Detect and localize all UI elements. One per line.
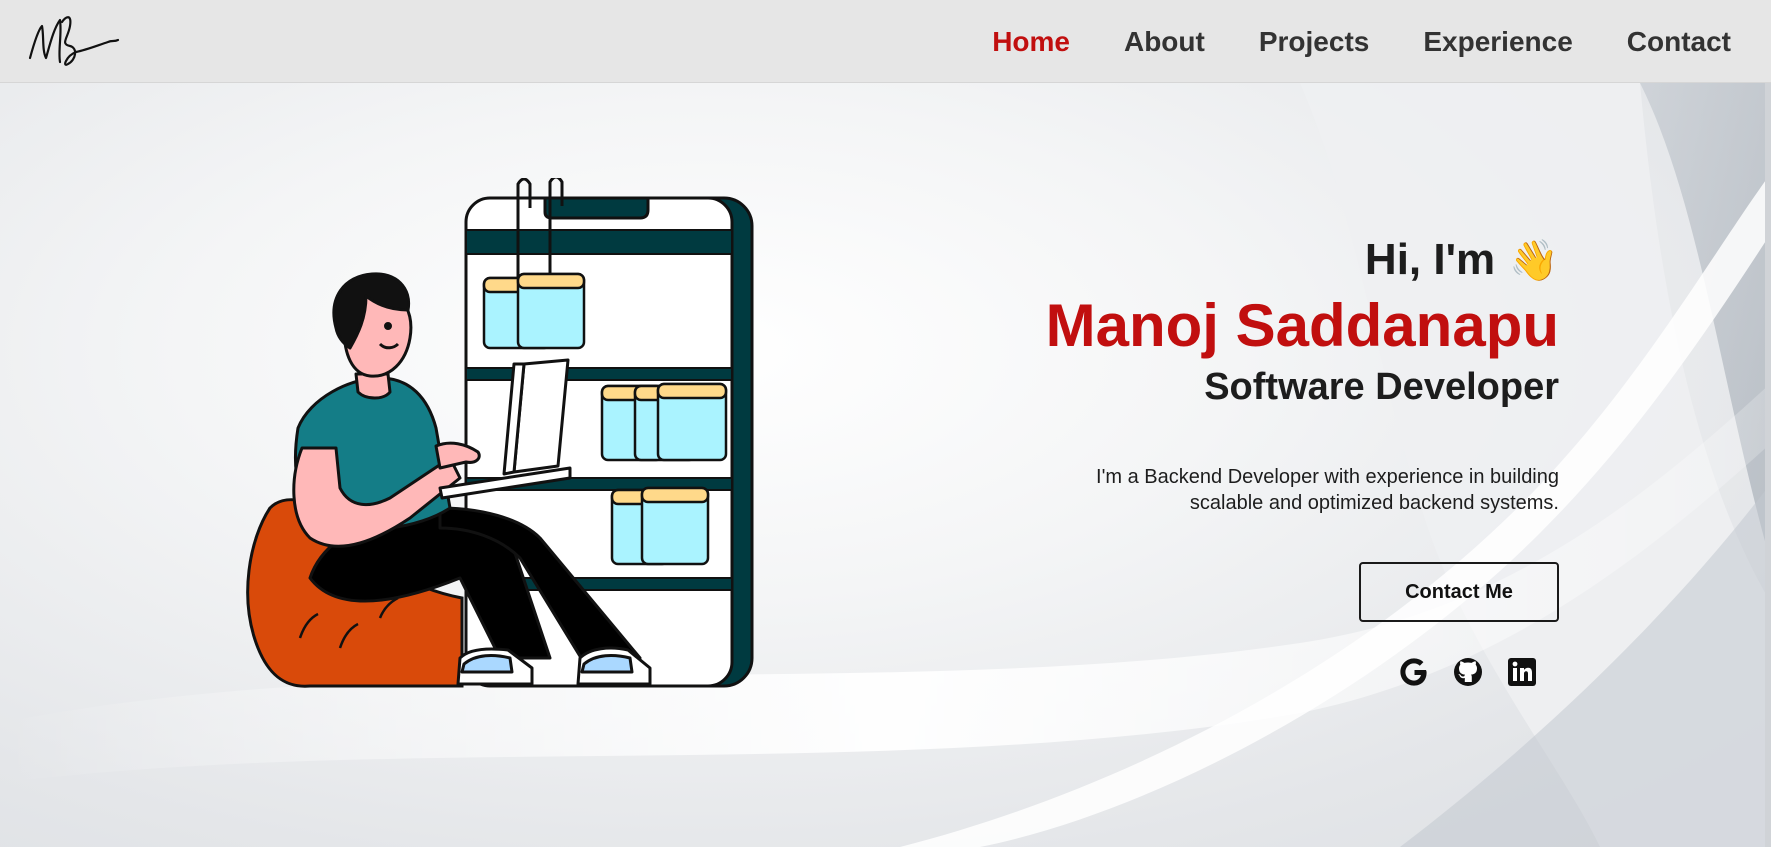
nav-link-about[interactable]: About (1124, 26, 1205, 58)
google-icon[interactable] (1397, 655, 1431, 689)
nav-link-contact[interactable]: Contact (1627, 26, 1731, 58)
intro-block: Hi, I'm 👋 Manoj Saddanapu Software Develo… (859, 233, 1559, 516)
nav-link-experience[interactable]: Experience (1423, 26, 1572, 58)
waving-hand-icon: 👋 (1509, 239, 1559, 283)
developer-illustration (246, 178, 754, 688)
nav-link-projects[interactable]: Projects (1259, 26, 1370, 58)
greeting-text: Hi, I'm (1364, 235, 1496, 284)
greeting: Hi, I'm 👋 (859, 233, 1559, 288)
nav-link-home[interactable]: Home (992, 26, 1070, 58)
navbar: Home About Projects Experience Contact (0, 0, 1771, 83)
signature-logo[interactable] (26, 6, 126, 76)
developer-description: I'm a Backend Developer with experience … (1096, 466, 1559, 514)
page-scrollbar[interactable] (1765, 83, 1771, 847)
nav-links: Home About Projects Experience Contact (992, 0, 1731, 83)
github-icon[interactable] (1451, 655, 1485, 689)
linkedin-icon[interactable] (1505, 655, 1539, 689)
developer-role: Software Developer (1204, 366, 1559, 408)
social-links (1397, 655, 1539, 689)
hero-section: Hi, I'm 👋 Manoj Saddanapu Software Develo… (0, 83, 1771, 847)
developer-name: Manoj Saddanapu (1045, 292, 1559, 359)
contact-me-button[interactable]: Contact Me (1359, 562, 1559, 622)
